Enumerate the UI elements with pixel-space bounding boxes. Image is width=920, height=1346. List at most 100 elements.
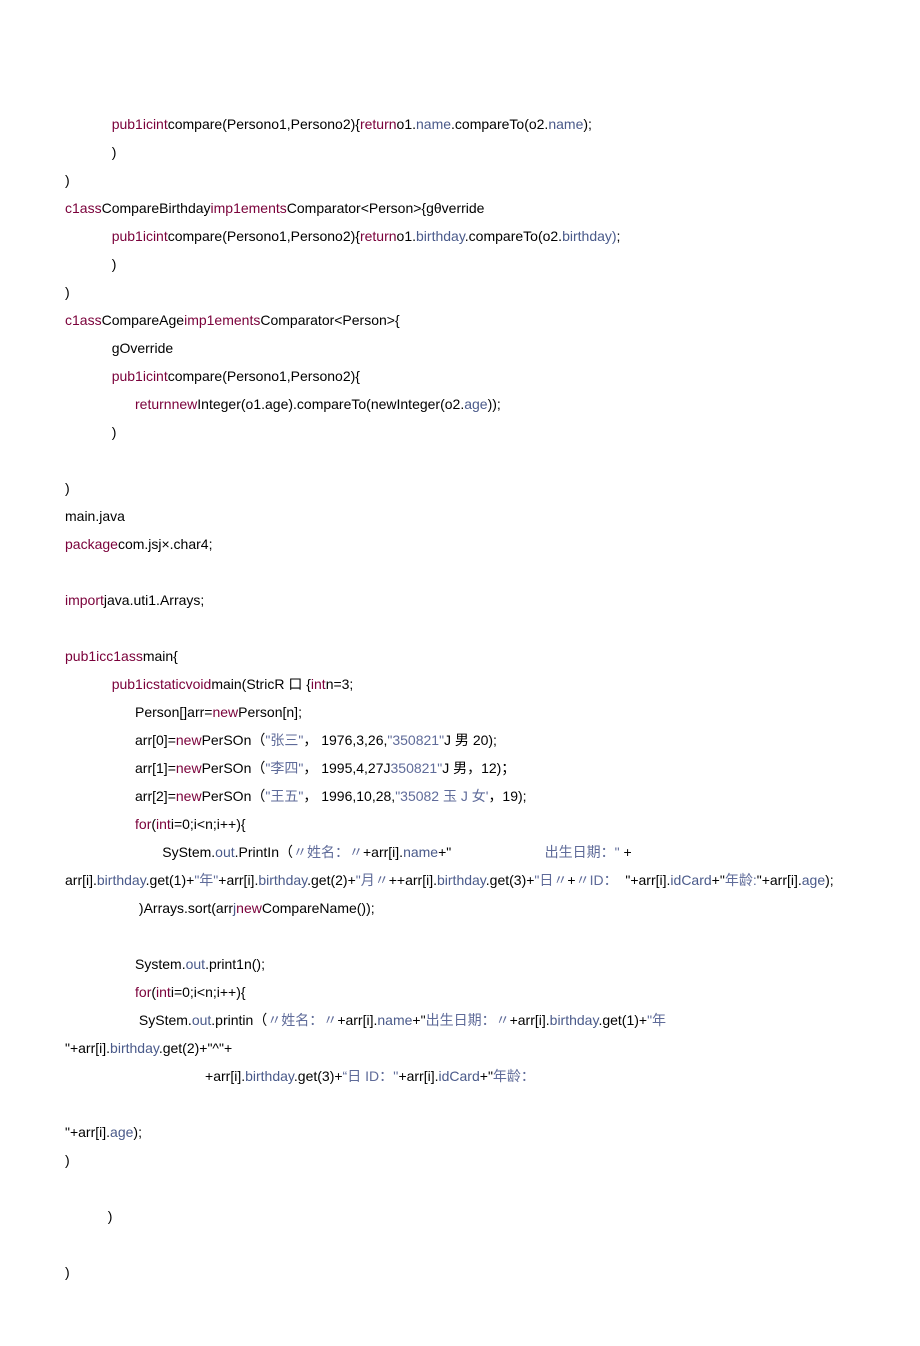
- code-token: pub1icstaticvoid: [112, 676, 212, 692]
- code-token: .compareTo(o2.: [465, 228, 562, 244]
- code-line: [65, 1090, 855, 1118]
- code-token: Comparator<Person>{: [260, 312, 399, 328]
- code-token: return: [360, 116, 397, 132]
- code-line: arr[1]=newPerSOn（"李四"， 1995,4,27J350821"…: [65, 754, 855, 782]
- code-token: );: [133, 1124, 142, 1140]
- code-token: .get(2)+"^"+: [159, 1040, 232, 1056]
- code-token: Integer(o1.age).compareTo(newInteger(o2.: [197, 396, 464, 412]
- code-line: [65, 922, 855, 950]
- code-line: returnnewInteger(o1.age).compareTo(newIn…: [65, 390, 855, 418]
- code-token: out: [215, 844, 234, 860]
- code-line: "+arr[i].birthday.get(2)+"^"+: [65, 1034, 855, 1062]
- code-token: i=0;i<n;i++){: [171, 816, 246, 832]
- code-line: arr[2]=newPerSOn（"王五"， 1996,10,28,"35082…: [65, 782, 855, 810]
- code-line: ): [65, 474, 855, 502]
- code-token: "王五": [265, 788, 303, 804]
- code-token: 〃姓名：〃: [293, 844, 363, 860]
- code-token: +": [480, 1068, 493, 1084]
- code-line: "+arr[i].age);: [65, 1118, 855, 1146]
- code-token: System.: [65, 956, 186, 972]
- code-token: birthday: [550, 1012, 599, 1028]
- code-token: main{: [143, 648, 178, 664]
- code-token: returnnew: [135, 396, 197, 412]
- code-token: "年: [647, 1012, 666, 1028]
- code-token: .printin（: [211, 1012, 267, 1028]
- code-line: SyStem.out.PrintIn（〃姓名：〃+arr[i].name+" 出…: [65, 838, 855, 866]
- code-token: +: [567, 872, 575, 888]
- code-token: name: [377, 1012, 412, 1028]
- code-token: );: [825, 872, 834, 888]
- code-line: ): [65, 1258, 855, 1286]
- code-token: import: [65, 592, 104, 608]
- code-token: compare(Persono1,Persono2){: [168, 228, 360, 244]
- code-token: ): [65, 480, 70, 496]
- code-token: new: [236, 900, 262, 916]
- code-line: gOverride: [65, 334, 855, 362]
- code-token: ， 1995,4,27J: [303, 760, 390, 776]
- code-line: pub1icstaticvoidmain(StricR 口 {intn=3;: [65, 670, 855, 698]
- code-line: pub1icintcompare(Persono1,Persono2){: [65, 362, 855, 390]
- code-token: ): [65, 1152, 70, 1168]
- code-token: arr[i].: [65, 872, 97, 888]
- code-token: "年": [194, 872, 218, 888]
- code-token: .print1n();: [205, 956, 265, 972]
- code-token: .get(1)+: [146, 872, 195, 888]
- code-token: CompareAge: [102, 312, 185, 328]
- code-token: .get(1)+: [598, 1012, 647, 1028]
- code-token: birthday: [416, 228, 465, 244]
- code-line: arr[i].birthday.get(1)+"年"+arr[i].birthd…: [65, 866, 855, 894]
- code-token: .get(2)+: [307, 872, 356, 888]
- code-line: arr[0]=newPerSOn（"张三"， 1976,3,26,"350821…: [65, 726, 855, 754]
- code-token: java.uti1.Arrays;: [104, 592, 204, 608]
- code-token: c1ass: [65, 200, 102, 216]
- code-token: c1ass: [65, 312, 102, 328]
- code-token: ): [65, 424, 116, 440]
- code-line: +arr[i].birthday.get(3)+“日 ID：''+arr[i].…: [65, 1062, 855, 1090]
- code-token: compare(Persono1,Persono2){: [168, 368, 360, 384]
- code-line: for(inti=0;i<n;i++){: [65, 810, 855, 838]
- code-token: name: [403, 844, 438, 860]
- code-token: ++arr[i].: [389, 872, 437, 888]
- code-token: CompareBirthday: [102, 200, 211, 216]
- code-token: [65, 228, 112, 244]
- code-token: +arr[i].: [218, 872, 258, 888]
- code-token: "月〃: [356, 872, 389, 888]
- code-token: )Arrays.sort(arr: [65, 900, 233, 916]
- code-token: o1.: [397, 116, 416, 132]
- code-token: 350821": [391, 760, 443, 776]
- code-token: ): [65, 284, 70, 300]
- code-token: 出生日期：〃: [426, 1012, 510, 1028]
- code-token: pub1icint: [112, 368, 168, 384]
- code-token: age: [110, 1124, 133, 1140]
- code-token: "+arr[i].: [757, 872, 802, 888]
- code-token: int: [156, 984, 171, 1000]
- code-token: ，19);: [488, 788, 526, 804]
- code-line: importjava.uti1.Arrays;: [65, 586, 855, 614]
- code-token: imp1ements: [211, 200, 287, 216]
- code-token: "35082 玉 J 女': [395, 788, 488, 804]
- code-line: ): [65, 138, 855, 166]
- code-token: ， 1976,3,26,: [303, 732, 387, 748]
- code-token: PerSOn（: [202, 788, 266, 804]
- code-line: [65, 1174, 855, 1202]
- code-line: main.java: [65, 502, 855, 530]
- code-token: package: [65, 536, 118, 552]
- code-token: 年龄:: [725, 872, 757, 888]
- code-token: Person[]arr=: [65, 704, 212, 720]
- code-token: .compareTo(o2.: [451, 116, 548, 132]
- code-token: ): [65, 256, 116, 272]
- code-token: +": [412, 1012, 425, 1028]
- code-token: for: [135, 984, 151, 1000]
- code-token: name: [548, 116, 583, 132]
- code-token: ): [65, 172, 70, 188]
- code-token: "张三": [265, 732, 303, 748]
- code-token: idCard: [439, 1068, 480, 1084]
- code-token: ): [65, 1264, 70, 1280]
- code-token: idCard: [670, 872, 711, 888]
- code-token: .get(3)+: [294, 1068, 343, 1084]
- code-token: com.jsj×.char4;: [118, 536, 213, 552]
- code-token: "+arr[i].: [618, 872, 671, 888]
- code-token: imp1ements: [184, 312, 260, 328]
- code-token: for: [135, 816, 151, 832]
- code-token: pub1icc1ass: [65, 648, 143, 664]
